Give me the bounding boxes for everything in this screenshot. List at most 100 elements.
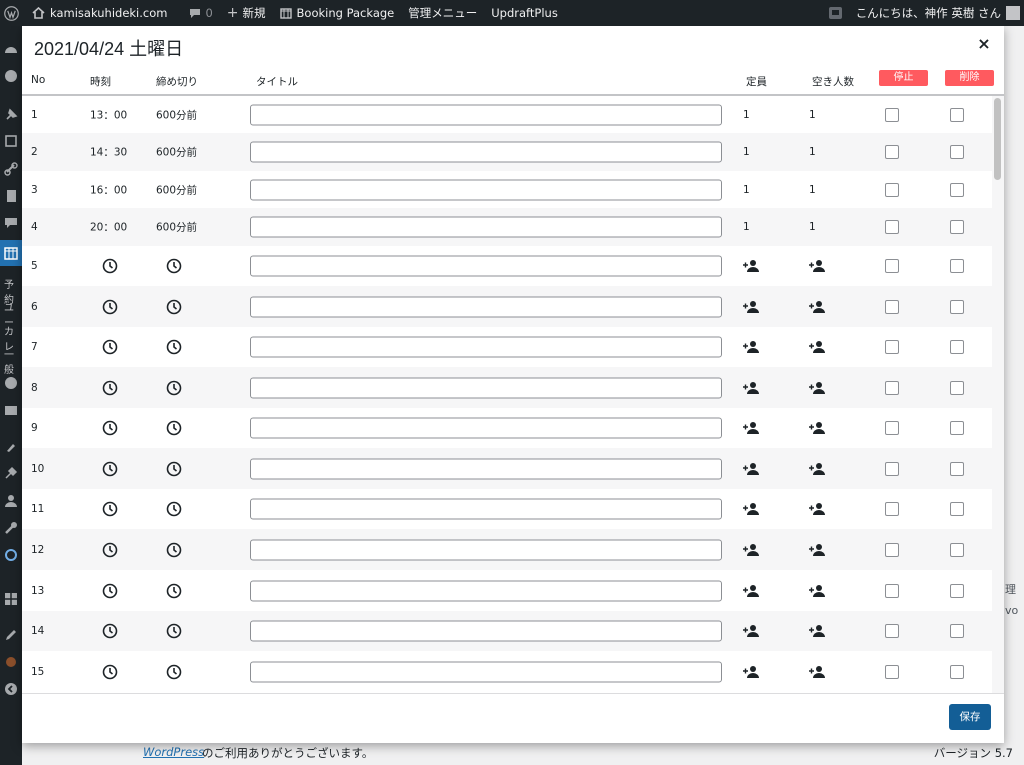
delete-checkbox[interactable] (950, 461, 964, 476)
stop-checkbox[interactable] (885, 220, 899, 234)
add-person-icon[interactable] (743, 584, 759, 598)
title-input[interactable] (250, 498, 722, 520)
delete-checkbox[interactable] (950, 421, 964, 435)
clock-icon[interactable] (166, 339, 182, 355)
title-input[interactable] (250, 539, 722, 560)
deadline-value[interactable]: 600分前 (156, 145, 197, 160)
stop-checkbox[interactable] (885, 259, 899, 273)
title-input[interactable] (250, 580, 722, 601)
add-person-icon[interactable] (809, 300, 825, 314)
add-person-icon[interactable] (743, 381, 759, 395)
time-value[interactable]: 14：30 (90, 145, 127, 160)
stop-checkbox[interactable] (885, 421, 899, 435)
plugins-icon[interactable] (4, 466, 18, 480)
delete-checkbox[interactable] (950, 145, 964, 159)
add-person-icon[interactable] (743, 624, 759, 638)
deadline-value[interactable]: 600分前 (156, 182, 197, 197)
clock-icon[interactable] (102, 501, 118, 517)
clock-icon[interactable] (166, 258, 182, 274)
capacity-value[interactable]: 1 (743, 221, 750, 233)
clock-icon[interactable] (166, 501, 182, 517)
add-person-icon[interactable] (743, 665, 759, 679)
delete-checkbox[interactable] (950, 502, 964, 516)
stop-checkbox[interactable] (885, 665, 899, 679)
title-input[interactable] (250, 458, 722, 479)
add-person-icon[interactable] (743, 543, 759, 557)
delete-checkbox[interactable] (950, 665, 964, 679)
title-input[interactable] (250, 377, 722, 398)
stop-checkbox[interactable] (885, 182, 899, 197)
delete-checkbox[interactable] (950, 182, 964, 197)
users-icon[interactable] (4, 494, 18, 508)
stop-checkbox[interactable] (885, 624, 899, 638)
title-input[interactable] (250, 417, 722, 439)
add-person-icon[interactable] (743, 340, 759, 354)
add-person-icon[interactable] (743, 462, 759, 476)
title-input[interactable] (250, 661, 722, 683)
grid-icon[interactable] (4, 592, 18, 606)
pin-icon[interactable] (4, 108, 18, 122)
new-content-menu[interactable]: + 新規 (220, 0, 273, 26)
title-input[interactable] (250, 104, 722, 125)
dashboard-icon[interactable] (4, 43, 18, 57)
tools-icon[interactable] (4, 521, 18, 535)
delete-checkbox[interactable] (950, 259, 964, 273)
capacity-value[interactable]: 1 (743, 109, 750, 121)
clock-icon[interactable] (102, 420, 118, 436)
link-icon[interactable] (4, 162, 18, 176)
stop-checkbox[interactable] (885, 299, 899, 314)
stop-checkbox[interactable] (885, 502, 899, 516)
delete-all-button[interactable]: 削除 (945, 70, 994, 86)
stop-checkbox[interactable] (885, 145, 899, 159)
stop-checkbox[interactable] (885, 542, 899, 557)
update-icon[interactable] (4, 548, 18, 562)
clock-icon[interactable] (166, 664, 182, 680)
clock-icon[interactable] (166, 380, 182, 396)
delete-checkbox[interactable] (950, 220, 964, 234)
delete-checkbox[interactable] (950, 340, 964, 354)
pages-icon[interactable] (4, 189, 18, 203)
add-person-icon[interactable] (809, 502, 825, 516)
close-button[interactable]: × (976, 36, 992, 52)
add-person-icon[interactable] (809, 624, 825, 638)
manage-menu[interactable]: 管理メニュー (401, 0, 484, 26)
add-person-icon[interactable] (743, 259, 759, 273)
title-input[interactable] (250, 336, 722, 358)
title-input[interactable] (250, 296, 722, 317)
wordpress-logo-icon[interactable] (0, 0, 25, 26)
sidebar-submenu-text[interactable]: 一般 (4, 346, 22, 376)
delete-checkbox[interactable] (950, 299, 964, 314)
calendar-icon[interactable] (0, 240, 22, 266)
clock-icon[interactable] (102, 623, 118, 639)
clock-icon[interactable] (166, 583, 182, 599)
delete-checkbox[interactable] (950, 380, 964, 395)
stop-checkbox[interactable] (885, 461, 899, 476)
add-person-icon[interactable] (809, 259, 825, 273)
delete-checkbox[interactable] (950, 624, 964, 638)
comments-link[interactable]: 0 (182, 0, 219, 26)
time-value[interactable]: 20：00 (90, 220, 127, 235)
capacity-value[interactable]: 1 (743, 184, 750, 196)
slider-icon[interactable] (4, 655, 18, 669)
edit-icon[interactable] (4, 628, 18, 642)
add-person-icon[interactable] (743, 502, 759, 516)
time-value[interactable]: 16：00 (90, 182, 127, 197)
delete-checkbox[interactable] (950, 583, 964, 598)
save-button[interactable]: 保存 (949, 704, 991, 730)
clock-icon[interactable] (166, 420, 182, 436)
delete-checkbox[interactable] (950, 107, 964, 122)
add-person-icon[interactable] (809, 462, 825, 476)
wordpress-link[interactable]: WordPress (143, 745, 204, 759)
title-input[interactable] (250, 620, 722, 642)
stop-checkbox[interactable] (885, 380, 899, 395)
add-person-icon[interactable] (809, 421, 825, 435)
media-icon[interactable] (4, 134, 18, 148)
clock-icon[interactable] (166, 299, 182, 315)
clock-icon[interactable] (102, 380, 118, 396)
stop-checkbox[interactable] (885, 340, 899, 354)
site-name-link[interactable]: kamisakuhideki.com (25, 0, 174, 26)
clock-icon[interactable] (102, 258, 118, 274)
title-input[interactable] (250, 255, 722, 277)
add-person-icon[interactable] (809, 381, 825, 395)
mail-icon[interactable] (4, 403, 18, 417)
